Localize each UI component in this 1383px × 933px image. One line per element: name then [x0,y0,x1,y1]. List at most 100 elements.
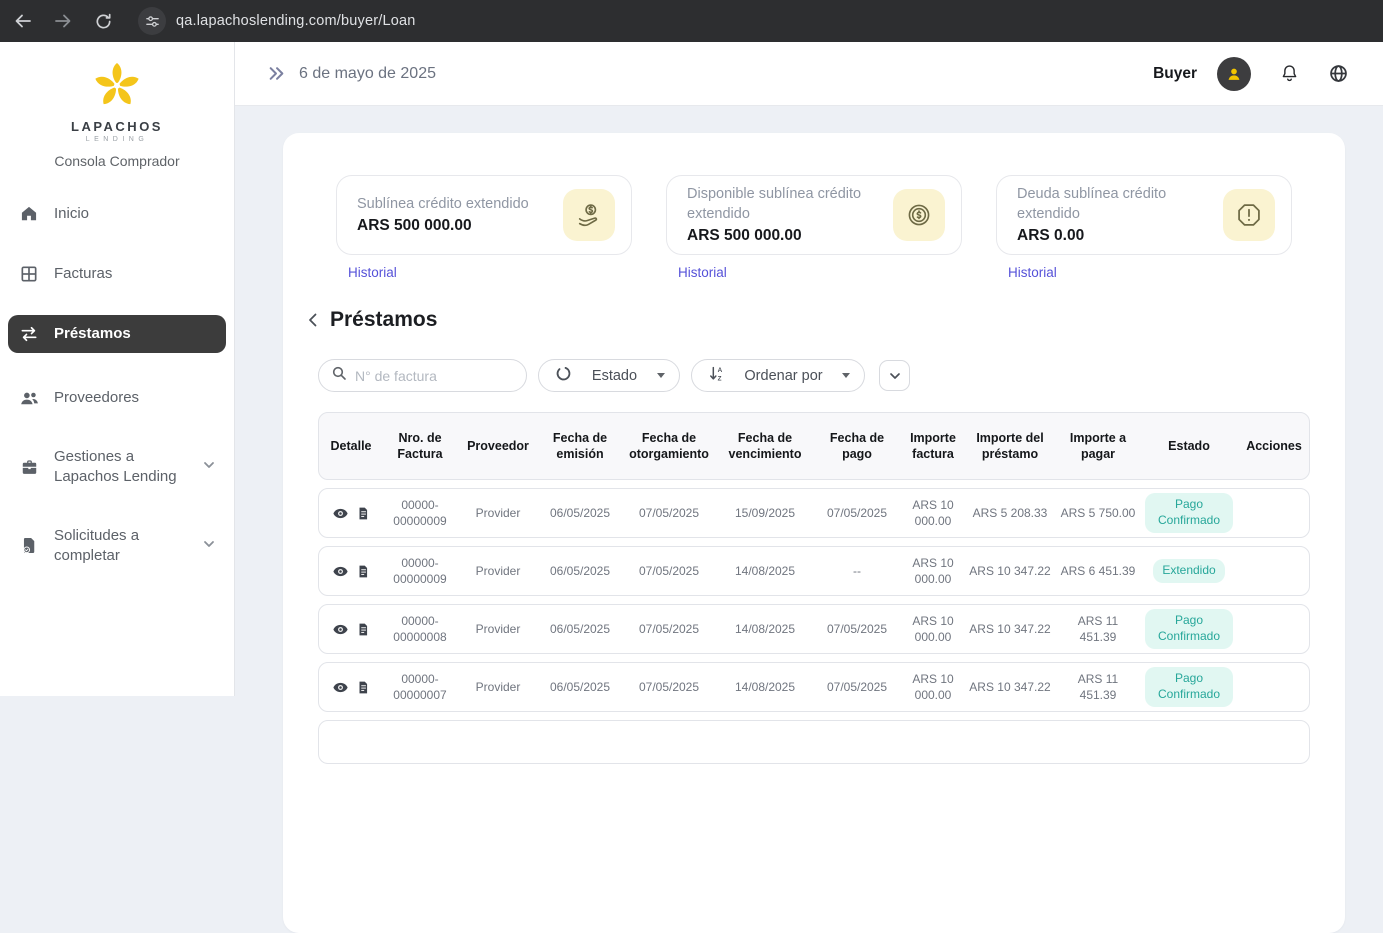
chevron-down-icon [202,537,216,555]
loans-table: Detalle Nro. de Factura Proveedor Fecha … [318,412,1310,764]
providers-people-icon [18,387,40,409]
invoice-amount: ARS 10 000.00 [901,613,965,645]
refresh-icon[interactable] [86,4,120,38]
card-value: ARS 500 000.00 [357,217,555,235]
col-header: Acciones [1237,438,1311,454]
payable-amount: ARS 5 750.00 [1055,505,1141,521]
expand-filters-button[interactable] [879,360,910,391]
col-header: Detalle [319,438,383,454]
site-settings-icon[interactable] [138,7,166,35]
svg-text:Z: Z [718,375,722,382]
back-chevron-icon[interactable] [305,312,321,328]
due-date: 14/08/2025 [717,563,813,579]
sidebar-item-label: Inicio [54,204,89,224]
svg-text:A: A [718,366,723,373]
address-bar[interactable]: qa.lapachoslending.com/buyer/Loan [138,7,416,35]
col-header: Estado [1141,438,1237,454]
due-date: 15/09/2025 [717,505,813,521]
payment-date: 07/05/2025 [813,679,901,695]
page-title: Préstamos [330,308,437,332]
sidebar-item-facturas[interactable]: Facturas [8,255,226,293]
available-credit-card: Disponible sublínea crédito extendido AR… [666,175,962,255]
current-date: 6 de mayo de 2025 [299,65,436,83]
estado-filter-dropdown[interactable]: Estado [538,359,680,392]
estado-label: Estado [592,368,637,384]
filters-bar: Estado AZ Ordenar por [318,359,1345,392]
sidebar-item-solicitudes[interactable]: Solicitudes a completar [8,518,226,575]
issue-date: 06/05/2025 [539,505,621,521]
lapachos-flower-icon [88,56,146,112]
eye-icon[interactable] [332,621,349,638]
invoice-number: 00000-00000009 [383,555,457,587]
table-row: 00000-00000007 Provider 06/05/2025 07/05… [318,662,1310,712]
col-header: Fecha de otorgamiento [621,430,717,463]
sidebar-item-label: Gestiones a Lapachos Lending [54,447,188,488]
tasks-document-icon [18,535,40,557]
sidebar-item-label: Proveedores [54,388,139,408]
sidebar-item-inicio[interactable]: Inicio [8,195,226,233]
url-text[interactable]: qa.lapachoslending.com/buyer/Loan [176,13,416,29]
debt-card: Deuda sublínea crédito extendido ARS 0.0… [996,175,1292,255]
loan-amount: ARS 10 347.22 [965,621,1055,637]
bell-icon[interactable] [1279,63,1300,84]
grant-date: 07/05/2025 [621,505,717,521]
invoice-number: 00000-00000008 [383,613,457,645]
table-header: Detalle Nro. de Factura Proveedor Fecha … [318,412,1310,480]
loans-swap-icon [18,323,40,345]
card-value: ARS 500 000.00 [687,227,885,245]
search-icon [331,365,347,386]
invoice-search-field[interactable] [318,359,527,392]
logo-subtitle: LENDING [0,136,234,143]
sidebar-item-proveedores[interactable]: Proveedores [8,379,226,417]
card-title: Sublínea crédito extendido [357,195,555,215]
credit-line-card: Sublínea crédito extendido ARS 500 000.0… [336,175,632,255]
issue-date: 06/05/2025 [539,679,621,695]
table-row: 00000-00000009 Provider 06/05/2025 07/05… [318,488,1310,538]
table-row-partial [318,720,1310,764]
table-row: 00000-00000008 Provider 06/05/2025 07/05… [318,604,1310,654]
logo-title: LAPACHOS [0,119,234,134]
invoice-doc-icon[interactable] [356,622,370,637]
sort-az-icon: AZ [708,365,725,387]
eye-icon[interactable] [332,505,349,522]
invoice-doc-icon[interactable] [356,506,370,521]
search-input[interactable] [355,368,505,384]
historial-link[interactable]: Historial [348,265,397,280]
console-label: Consola Comprador [0,153,234,169]
historial-link[interactable]: Historial [678,265,727,280]
back-icon[interactable] [6,4,40,38]
historial-link[interactable]: Historial [1008,265,1057,280]
breadcrumb: 6 de mayo de 2025 [268,65,436,83]
sidebar-nav: Inicio Facturas Préstamos Proveedores Ge… [0,195,234,574]
eye-icon[interactable] [332,563,349,580]
sidebar: LAPACHOS LENDING Consola Comprador Inici… [0,42,235,696]
invoice-doc-icon[interactable] [356,680,370,695]
invoice-doc-icon[interactable] [356,564,370,579]
invoice-amount: ARS 10 000.00 [901,555,965,587]
due-date: 14/08/2025 [717,621,813,637]
globe-icon[interactable] [1328,63,1349,84]
grant-date: 07/05/2025 [621,563,717,579]
col-header: Nro. de Factura [383,430,457,463]
forward-icon[interactable] [46,4,80,38]
loan-amount: ARS 10 347.22 [965,563,1055,579]
sidebar-item-gestiones[interactable]: Gestiones a Lapachos Lending [8,439,226,496]
payment-date: 07/05/2025 [813,621,901,637]
avatar[interactable] [1217,57,1251,91]
caret-down-icon [657,373,665,378]
eye-icon[interactable] [332,679,349,696]
sidebar-expand-icon[interactable] [268,65,285,82]
person-icon [1224,64,1244,84]
sidebar-item-label: Préstamos [54,324,131,344]
due-date: 14/08/2025 [717,679,813,695]
payment-date: 07/05/2025 [813,505,901,521]
issue-date: 06/05/2025 [539,563,621,579]
briefcase-icon [18,456,40,478]
payable-amount: ARS 11 451.39 [1055,613,1141,645]
summary-cards: Sublínea crédito extendido ARS 500 000.0… [336,175,1345,282]
caret-down-icon [842,373,850,378]
sidebar-item-prestamos[interactable]: Préstamos [8,315,226,353]
sidebar-item-label: Solicitudes a completar [54,526,188,567]
card-title: Disponible sublínea crédito extendido [687,185,885,224]
ordenar-por-dropdown[interactable]: AZ Ordenar por [691,359,865,392]
